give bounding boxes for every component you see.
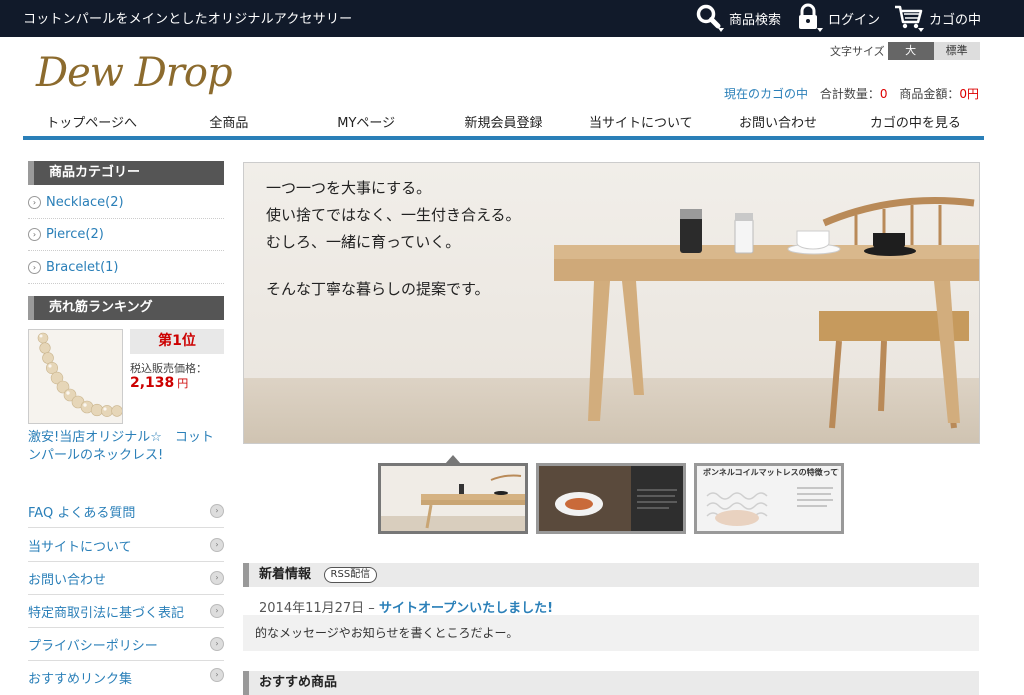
site-tagline: コットンパールをメインとしたオリジナルアクセサリー (23, 12, 353, 27)
total-price-label: 商品金額： (899, 87, 960, 101)
chevron-right-icon: › (210, 668, 224, 682)
font-size-standard-button[interactable]: 標準 (933, 42, 980, 60)
nav-item-contact[interactable]: お問い合わせ (709, 112, 846, 136)
rank-price-label: 税込販売価格： (130, 362, 207, 375)
rank-price: 2,138 円 (130, 375, 188, 391)
sidebar-link-about[interactable]: 当サイトについて › (28, 529, 224, 562)
sidebar-link-contact[interactable]: お問い合わせ › (28, 562, 224, 595)
login-link[interactable]: ログイン (796, 3, 880, 33)
total-qty-value: 0 (879, 87, 888, 101)
nav-item-my-page[interactable]: MYページ (298, 112, 435, 136)
sidebar-link-recommend[interactable]: おすすめリンク集 › (28, 661, 224, 687)
nav-item-register[interactable]: 新規会員登録 (435, 112, 572, 136)
chevron-right-icon: › (210, 637, 224, 651)
search-label: 商品検索 (729, 12, 782, 28)
cart-label: カゴの中 (929, 12, 982, 28)
cart-now-link[interactable]: 現在のカゴの中 (724, 87, 808, 101)
link-label: 特定商取引法に基づく表記 (28, 605, 185, 621)
link-label: 当サイトについて (28, 539, 132, 555)
rss-button[interactable]: RSS配信 (323, 567, 378, 583)
news-item: 2014年11月27日 – サイトオープンいたしました! (259, 597, 553, 616)
chevron-right-icon: › (28, 228, 41, 241)
news-heading: 新着情報 RSS配信 (243, 563, 979, 587)
font-size-switcher: 文字サイズ 大 標準 (830, 42, 980, 60)
nav-item-view-cart[interactable]: カゴの中を見る (847, 112, 984, 136)
category-label: Bracelet(1) (46, 260, 119, 275)
thumb-caption: ボンネルコイルマットレスの特徴って? (703, 468, 839, 477)
news-body: 的なメッセージやお知らせを書くところだよー。 (243, 615, 979, 651)
chevron-right-icon: › (28, 196, 41, 209)
news-headline-link[interactable]: サイトオープンいたしました! (379, 601, 553, 616)
top-bar: コットンパールをメインとしたオリジナルアクセサリー 商品検索 ログイン カゴの中 (0, 0, 1024, 37)
banner-copy: 一つ一つを大事にする。 使い捨てではなく、一生付き合える。 むしろ、一緒に育って… (266, 175, 521, 303)
news-title: 新着情報 (259, 567, 312, 582)
banner-thumb-2[interactable] (536, 463, 686, 534)
link-label: FAQ よくある質問 (28, 505, 136, 521)
chevron-right-icon: › (210, 504, 224, 518)
search-link[interactable]: 商品検索 (695, 3, 781, 33)
category-label: Necklace(2) (46, 195, 124, 210)
site-logo[interactable]: Dew Drop (36, 50, 233, 96)
banner-line: 使い捨てではなく、一生付き合える。 (266, 206, 521, 224)
font-size-large-button[interactable]: 大 (887, 42, 934, 60)
sidebar-link-privacy[interactable]: プライバシーポリシー › (28, 628, 224, 661)
rank-price-value: 2,138 (130, 375, 175, 391)
ranking-product-image[interactable] (28, 329, 123, 424)
cart-link[interactable]: カゴの中 (893, 3, 981, 33)
link-label: プライバシーポリシー (28, 638, 158, 654)
ranking-product-link[interactable]: 激安!当店オリジナル☆ コットンパールのネックレス! (28, 429, 224, 465)
chevron-right-icon: › (210, 538, 224, 552)
login-label: ログイン (828, 12, 881, 28)
total-qty-label: 合計数量： (819, 87, 880, 101)
news-date: 2014年11月27日 – (259, 601, 375, 616)
sidebar-link-faq[interactable]: FAQ よくある質問 › (28, 495, 224, 528)
ranking-heading: 売れ筋ランキング (28, 296, 224, 320)
chevron-right-icon: › (210, 571, 224, 585)
rank-price-unit: 円 (177, 377, 189, 390)
banner-thumb-3[interactable]: ボンネルコイルマットレスの特徴って? (694, 463, 844, 534)
link-label: お問い合わせ (28, 572, 107, 588)
banner-line: 一つ一つを大事にする。 (266, 179, 432, 197)
global-nav: トップページへ 全商品 MYページ 新規会員登録 当サイトについて お問い合わせ… (23, 112, 984, 140)
cart-icon (895, 5, 924, 32)
total-price-value: 0円 (959, 87, 979, 101)
banner-line: むしろ、一緒に育っていく。 (266, 233, 461, 251)
cart-summary: 現在のカゴの中 合計数量：0 商品金額：0円 (724, 85, 979, 102)
banner-line: そんな丁寧な暮らしの提案です。 (266, 280, 490, 298)
chevron-right-icon: › (210, 604, 224, 618)
category-item-necklace[interactable]: › Necklace(2) (28, 187, 224, 219)
banner-thumb-1[interactable] (378, 463, 528, 534)
hero-banner[interactable]: 一つ一つを大事にする。 使い捨てではなく、一生付き合える。 むしろ、一緒に育って… (243, 162, 980, 444)
search-icon (696, 4, 724, 32)
font-size-label: 文字サイズ (830, 45, 885, 58)
category-label: Pierce(2) (46, 227, 104, 242)
category-heading: 商品カテゴリー (28, 161, 224, 185)
category-item-bracelet[interactable]: › Bracelet(1) (28, 252, 224, 284)
chevron-right-icon: › (28, 261, 41, 274)
link-label: おすすめリンク集 (28, 672, 133, 687)
sidebar-link-tokushoho[interactable]: 特定商取引法に基づく表記 › (28, 595, 224, 628)
lock-icon (799, 3, 823, 32)
rank-badge: 第1位 (130, 329, 224, 354)
nav-item-about[interactable]: 当サイトについて (572, 112, 709, 136)
category-item-pierce[interactable]: › Pierce(2) (28, 219, 224, 251)
recommend-heading: おすすめ商品 (243, 671, 979, 695)
nav-item-all-products[interactable]: 全商品 (160, 112, 297, 136)
nav-item-top[interactable]: トップページへ (23, 112, 160, 136)
